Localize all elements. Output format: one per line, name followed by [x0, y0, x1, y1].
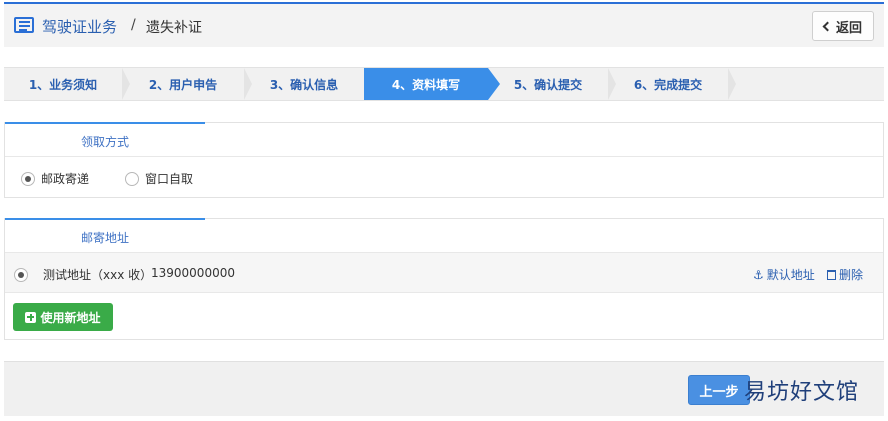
new-address-label: 使用新地址	[40, 310, 101, 325]
previous-step-button[interactable]: 上一步	[688, 375, 750, 405]
mailing-address-title: 邮寄地址	[5, 218, 883, 253]
section-title: 领取方式	[81, 135, 130, 149]
watermark: 易坊好文馆	[744, 380, 860, 405]
new-address-button[interactable]: 使用新地址	[13, 303, 113, 331]
radio-button[interactable]	[125, 171, 139, 186]
delete-address-link[interactable]: 删除	[827, 266, 863, 283]
step-label: 1、业务须知	[28, 77, 98, 92]
list-icon	[14, 17, 34, 33]
pickup-option-mail[interactable]: 邮政寄递	[21, 170, 89, 187]
address-radio[interactable]	[14, 268, 28, 282]
pickup-method-panel: 领取方式 邮政寄递 窗口自取	[4, 122, 884, 198]
page-title: 驾驶证业务	[42, 18, 118, 36]
breadcrumb-current: 遗失补证	[146, 20, 202, 36]
page-header: 驾驶证业务 / 遗失补证 返回	[4, 4, 884, 47]
pickup-method-title: 领取方式	[5, 122, 883, 157]
radio-button[interactable]	[21, 171, 35, 186]
step-6: 6、完成提交	[608, 68, 736, 100]
section-title: 邮寄地址	[81, 231, 130, 245]
title-accent	[5, 122, 205, 124]
footer-bar: 上一步 易坊好文馆	[4, 361, 884, 416]
step-3: 3、确认信息	[244, 68, 364, 100]
back-button-label: 返回	[835, 20, 862, 36]
step-progress-bar: 1、业务须知 2、用户申告 3、确认信息 4、资料填写 5、确认提交 6、完成提…	[4, 67, 884, 101]
step-label: 6、完成提交	[633, 77, 703, 92]
mailing-address-panel: 邮寄地址 测试地址（xxx 收） 13900000000 ⚓ 默认地址 删除 使…	[4, 218, 884, 340]
address-phone: 13900000000	[151, 266, 235, 280]
step-1: 1、业务须知	[4, 68, 130, 100]
title-accent	[5, 218, 205, 220]
address-text: 测试地址（xxx 收）	[43, 268, 153, 282]
option-label: 窗口自取	[145, 172, 194, 186]
step-5: 5、确认提交	[488, 68, 616, 100]
default-address-label: 默认地址	[766, 268, 815, 282]
back-button[interactable]: 返回	[812, 11, 874, 41]
trash-icon	[827, 269, 836, 280]
chevron-left-icon	[822, 21, 833, 32]
previous-step-label: 上一步	[699, 384, 739, 400]
delete-label: 删除	[839, 268, 864, 282]
step-label: 5、确认提交	[513, 77, 583, 92]
breadcrumb-separator: /	[131, 17, 136, 33]
option-label: 邮政寄递	[41, 172, 90, 186]
pickup-option-window[interactable]: 窗口自取	[125, 170, 193, 187]
plus-icon	[25, 311, 37, 323]
step-2: 2、用户申告	[122, 68, 252, 100]
address-row[interactable]: 测试地址（xxx 收） 13900000000 ⚓ 默认地址 删除	[5, 253, 883, 293]
anchor-icon: ⚓	[753, 267, 764, 282]
step-label: 2、用户申告	[148, 77, 218, 92]
step-4-active: 4、资料填写	[364, 68, 500, 100]
step-label: 4、资料填写	[391, 77, 461, 92]
step-label: 3、确认信息	[269, 77, 339, 92]
default-address-link[interactable]: ⚓ 默认地址	[753, 266, 815, 283]
